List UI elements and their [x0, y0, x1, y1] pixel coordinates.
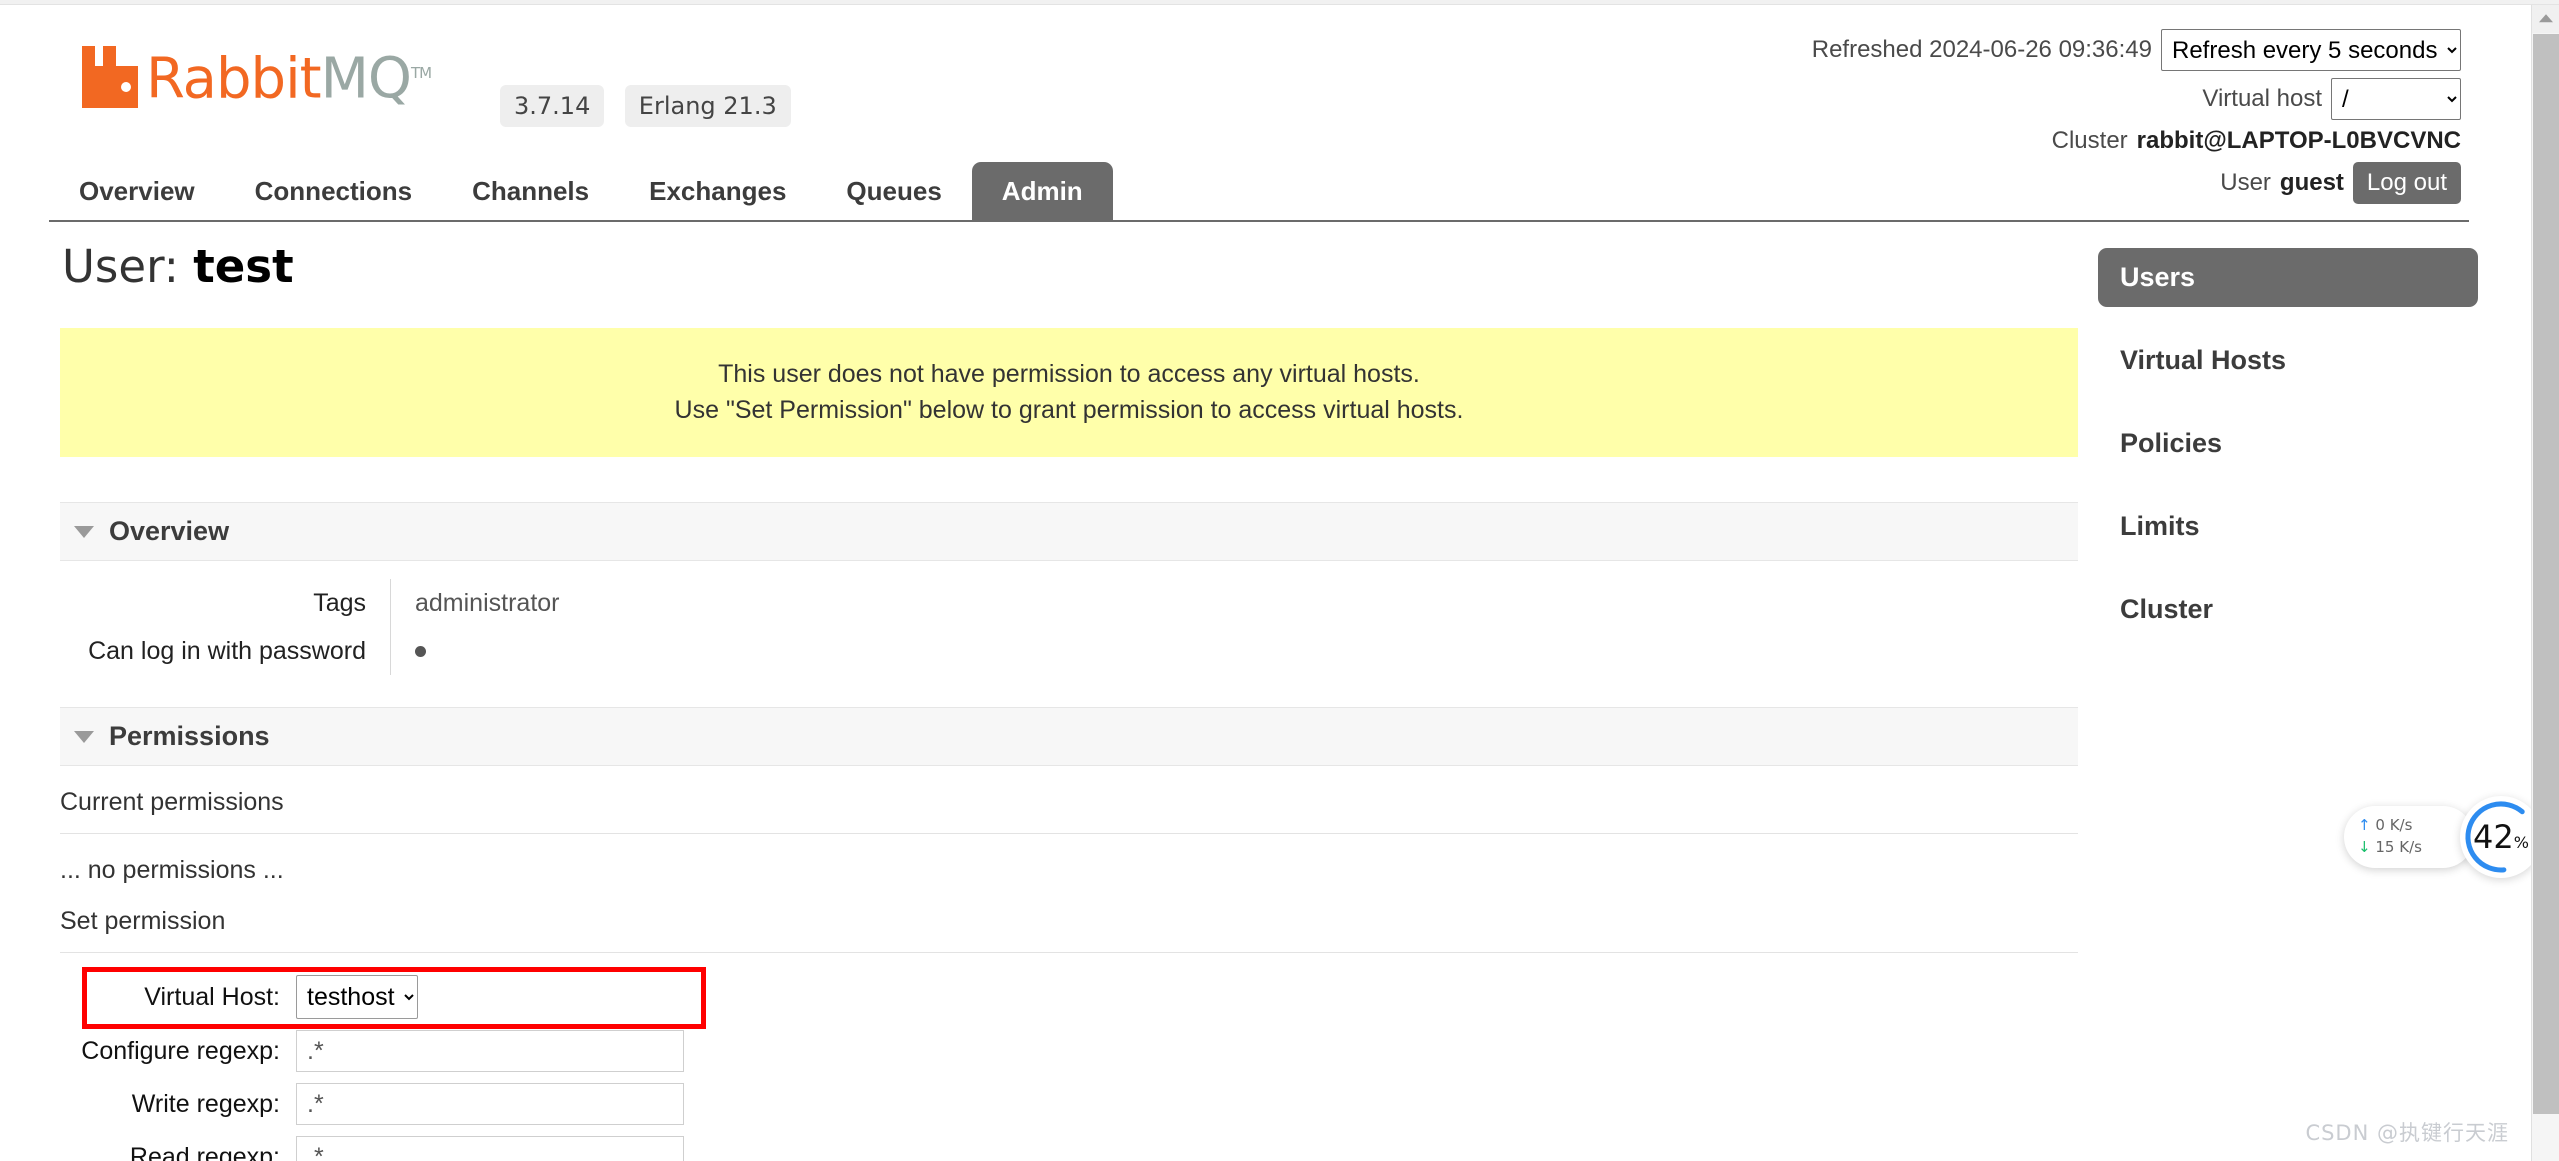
configure-regexp-input[interactable] [296, 1030, 684, 1072]
page-title: User: test [62, 240, 2078, 293]
table-row: Can log in with password [60, 627, 2078, 675]
rabbitmq-logo[interactable]: RabbitMQTM [80, 45, 432, 108]
download-speed-unit: K/s [2399, 838, 2422, 856]
nav-tab-admin[interactable]: Admin [971, 162, 1113, 220]
refreshed-timestamp: Refreshed 2024-06-26 09:36:49 [1811, 36, 2152, 63]
sidebar-item-users[interactable]: Users [2098, 248, 2478, 307]
write-regexp-form-row: Write regexp: [60, 1083, 2078, 1125]
logo-wordmark: RabbitMQTM [146, 45, 432, 108]
refresh-row: Refreshed 2024-06-26 09:36:49 Refresh ev… [1812, 29, 2461, 71]
cpu-usage-gauge[interactable]: 42% [2460, 796, 2542, 878]
sidebar-item-policies[interactable]: Policies [2098, 414, 2478, 473]
virtual-host-form-row: Virtual Host: testhost [60, 975, 2078, 1019]
sidebar-item-limits[interactable]: Limits [2098, 497, 2478, 556]
overview-section-title: Overview [109, 516, 230, 546]
gauge-percent-value: 42 [2473, 818, 2514, 856]
logo-trademark: TM [411, 64, 432, 82]
sidebar-item-cluster[interactable]: Cluster [2098, 580, 2478, 639]
permissions-section-header[interactable]: Permissions [60, 707, 2078, 766]
tags-label: Tags [313, 588, 366, 617]
bullet-dot-icon [415, 645, 426, 657]
scrollbar-thumb[interactable] [2533, 34, 2559, 1114]
upload-speed-row: ↑ 0 K/s [2358, 815, 2422, 837]
network-speed-readout: ↑ 0 K/s ↓ 15 K/s [2358, 815, 2422, 859]
nav-tab-exchanges[interactable]: Exchanges [619, 162, 816, 220]
gauge-percent-symbol: % [2513, 833, 2529, 852]
configure-regexp-label: Configure regexp: [81, 1036, 280, 1065]
nav-tab-list: Overview Connections Channels Exchanges Queu… [49, 160, 2469, 220]
overview-key-value-table: Tags administrator Can log in with passw… [60, 579, 2078, 675]
download-speed-row: ↓ 15 K/s [2358, 837, 2422, 859]
write-regexp-label: Write regexp: [131, 1089, 280, 1118]
download-speed-value: 15 [2375, 838, 2395, 856]
chevron-down-icon [74, 525, 94, 538]
nav-tab-channels[interactable]: Channels [442, 162, 619, 220]
warning-line-1: This user does not have permission to ac… [718, 360, 1420, 388]
permission-warning-banner: This user does not have permission to ac… [60, 328, 2078, 457]
upload-speed-value: 0 [2375, 816, 2385, 835]
admin-sidebar: Users Virtual Hosts Policies Limits Cluster [2098, 248, 2478, 663]
watermark-text: CSDN @执键行天涯 [2305, 1121, 2509, 1145]
rabbit-logo-icon [80, 45, 142, 108]
can-login-value [390, 627, 2078, 675]
network-speed-widget[interactable]: ↑ 0 K/s ↓ 15 K/s [2344, 806, 2474, 868]
cluster-label: Cluster [2051, 127, 2128, 154]
warning-line-2: Use "Set Permission" below to grant perm… [674, 395, 1464, 424]
read-regexp-form-row: Read regexp: [60, 1136, 2078, 1161]
tags-value: administrator [390, 579, 2078, 627]
read-regexp-input[interactable] [296, 1136, 684, 1161]
gauge-percent-text: 42% [2473, 818, 2529, 856]
main-content: User: test This user does not have permi… [60, 240, 2078, 1161]
permissions-section-title: Permissions [109, 721, 270, 751]
overview-section-header[interactable]: Overview [60, 502, 2078, 561]
vertical-scrollbar[interactable] [2531, 5, 2559, 1161]
set-permission-form: Virtual Host: testhost Configure regexp:… [60, 967, 2078, 1161]
cluster-row: Cluster rabbit@LAPTOP-L0BVCVNC [1812, 127, 2461, 155]
page-root: RabbitMQTM 3.7.14 Erlang 21.3 Refreshed … [0, 0, 2559, 1161]
can-login-label: Can log in with password [88, 636, 366, 665]
virtual-host-field-label: Virtual Host: [144, 982, 280, 1011]
sidebar-item-virtual-hosts[interactable]: Virtual Hosts [2098, 331, 2478, 390]
chevron-down-icon [74, 730, 94, 743]
write-regexp-input[interactable] [296, 1083, 684, 1125]
vhost-select[interactable]: / [2331, 78, 2461, 120]
upload-speed-unit: K/s [2389, 816, 2413, 835]
scroll-up-arrow-icon[interactable] [2532, 5, 2559, 33]
arrow-down-icon: ↓ [2358, 838, 2371, 856]
cluster-name: rabbit@LAPTOP-L0BVCVNC [2136, 127, 2461, 154]
virtual-host-select[interactable]: testhost [296, 975, 418, 1019]
logo-rabbit-text: Rabbit [146, 46, 322, 112]
refresh-interval-select[interactable]: Refresh every 5 seconds [2161, 29, 2461, 71]
main-nav: Overview Connections Channels Exchanges Queu… [49, 160, 2469, 222]
nav-tab-queues[interactable]: Queues [816, 162, 971, 220]
logo-mq-text: MQ [320, 46, 412, 112]
nav-tab-connections[interactable]: Connections [225, 162, 442, 220]
page-title-prefix: User: [62, 240, 179, 293]
nav-tab-overview[interactable]: Overview [49, 162, 225, 220]
read-regexp-label: Read regexp: [129, 1142, 280, 1161]
page-title-value: test [193, 240, 294, 293]
table-row: Tags administrator [60, 579, 2078, 627]
vhost-row: Virtual host / [1812, 78, 2461, 120]
no-permissions-text: ... no permissions ... [60, 856, 284, 884]
version-badges: 3.7.14 Erlang 21.3 [500, 85, 791, 127]
vhost-label: Virtual host [2202, 85, 2322, 112]
current-permissions-label: Current permissions [60, 766, 2078, 834]
rabbitmq-version-badge: 3.7.14 [500, 85, 605, 127]
erlang-version-badge: Erlang 21.3 [624, 85, 791, 127]
set-permission-label: Set permission [60, 893, 2078, 953]
configure-regexp-form-row: Configure regexp: [60, 1030, 2078, 1072]
arrow-up-icon: ↑ [2358, 816, 2371, 835]
